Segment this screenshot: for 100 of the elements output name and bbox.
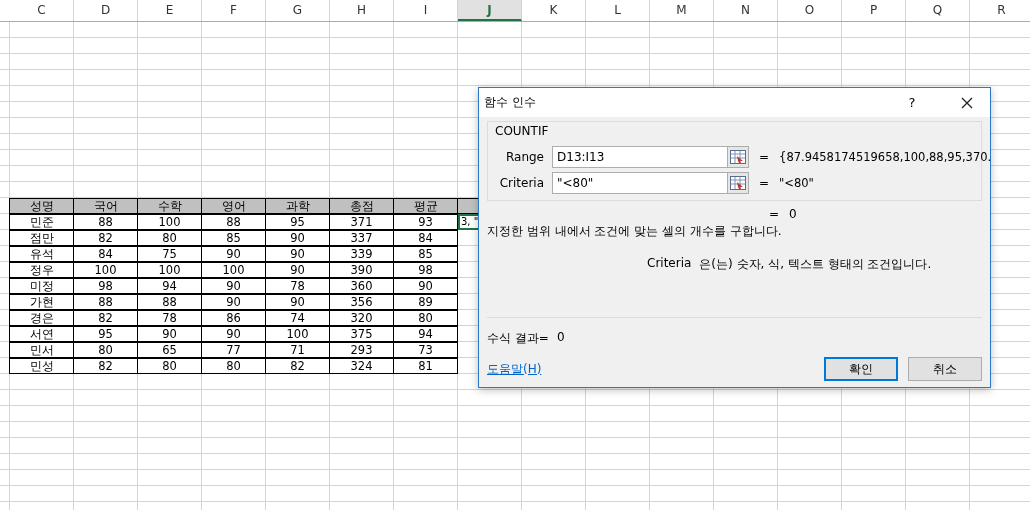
- table-cell: 90: [201, 294, 266, 310]
- column-header[interactable]: K: [522, 0, 586, 21]
- argument-result: "<80": [779, 176, 814, 190]
- table-cell: 339: [329, 246, 394, 262]
- table-cell: 356: [329, 294, 394, 310]
- column-header[interactable]: O: [778, 0, 842, 21]
- table-cell: 90: [201, 246, 266, 262]
- column-header[interactable]: C: [10, 0, 74, 21]
- table-cell: 93: [393, 214, 458, 230]
- argument-field[interactable]: D13:I13: [552, 146, 728, 168]
- column-header[interactable]: M: [650, 0, 714, 21]
- table-cell: 서연: [9, 326, 74, 342]
- table-cell: 유석: [9, 246, 74, 262]
- table-cell: 88: [201, 214, 266, 230]
- range-select-icon: [730, 150, 746, 164]
- table-cell: 100: [265, 326, 330, 342]
- table-cell: 88: [73, 214, 138, 230]
- table-cell: 371: [329, 214, 394, 230]
- argument-label: Criteria: [498, 176, 544, 190]
- window-title: 함수 인수: [484, 94, 537, 111]
- table-cell: 민성: [9, 358, 74, 374]
- column-header[interactable]: R: [970, 0, 1030, 21]
- table-cell: 80: [201, 358, 266, 374]
- table-cell: 점만: [9, 230, 74, 246]
- collapse-button[interactable]: [727, 146, 749, 168]
- formula-result-value: 0: [556, 330, 565, 346]
- column-header[interactable]: H: [330, 0, 394, 21]
- table-cell: 86: [201, 310, 266, 326]
- function-name: COUNTIF: [495, 124, 550, 138]
- table-cell: 88: [73, 294, 138, 310]
- table-cell: 98: [73, 278, 138, 294]
- collapse-button[interactable]: [727, 172, 749, 194]
- table-cell: 82: [73, 230, 138, 246]
- cancel-button[interactable]: 취소: [908, 357, 982, 381]
- table-cell: 민서: [9, 342, 74, 358]
- column-header[interactable]: G: [266, 0, 330, 21]
- close-icon: [961, 96, 973, 109]
- table-cell: 95: [265, 214, 330, 230]
- table-cell: 74: [265, 310, 330, 326]
- table-cell: 100: [137, 214, 202, 230]
- table-cell: 77: [201, 342, 266, 358]
- column-header[interactable]: P: [842, 0, 906, 21]
- column-header[interactable]: J: [458, 0, 522, 21]
- table-cell: 337: [329, 230, 394, 246]
- table-cell: 95: [73, 326, 138, 342]
- table-cell: 정우: [9, 262, 74, 278]
- table-cell: 100: [201, 262, 266, 278]
- table-cell: 100: [73, 262, 138, 278]
- table-cell: 320: [329, 310, 394, 326]
- table-cell: 100: [137, 262, 202, 278]
- column-header[interactable]: Q: [906, 0, 970, 21]
- table-cell: 85: [393, 246, 458, 262]
- table-cell: 75: [137, 246, 202, 262]
- function-result: 0: [789, 207, 797, 221]
- table-cell: 324: [329, 358, 394, 374]
- table-cell: 65: [137, 342, 202, 358]
- table-cell: 90: [393, 278, 458, 294]
- range-select-icon: [730, 176, 746, 190]
- table-header-cell: 성명: [9, 198, 74, 214]
- table-cell: 94: [137, 278, 202, 294]
- column-header[interactable]: D: [74, 0, 138, 21]
- table-cell: 98: [393, 262, 458, 278]
- column-header[interactable]: F: [202, 0, 266, 21]
- table-cell: 90: [137, 326, 202, 342]
- help-link[interactable]: 도움말(H): [487, 360, 542, 378]
- column-header[interactable]: N: [714, 0, 778, 21]
- table-cell: 89: [393, 294, 458, 310]
- table-cell: 84: [73, 246, 138, 262]
- table-header-cell: 국어: [73, 198, 138, 214]
- table-header-cell: 평균: [393, 198, 458, 214]
- argument-result: {87.9458174519658,100,88,95,370.: [779, 150, 992, 164]
- help-button[interactable]: ?: [902, 88, 922, 117]
- ok-button[interactable]: 확인: [824, 357, 898, 381]
- table-cell: 민준: [9, 214, 74, 230]
- column-header[interactable]: L: [586, 0, 650, 21]
- table-cell: 375: [329, 326, 394, 342]
- table-cell: 81: [393, 358, 458, 374]
- table-cell: 94: [393, 326, 458, 342]
- argument-field[interactable]: "<80": [552, 172, 728, 194]
- table-cell: 90: [265, 246, 330, 262]
- table-cell: 85: [201, 230, 266, 246]
- formula-result-label: 수식 결과=: [487, 330, 549, 347]
- table-cell: 82: [73, 310, 138, 326]
- column-header[interactable]: E: [138, 0, 202, 21]
- table-cell: 78: [137, 310, 202, 326]
- table-cell: 82: [73, 358, 138, 374]
- table-cell: 78: [265, 278, 330, 294]
- table-cell: 90: [201, 278, 266, 294]
- argument-label: Range: [504, 150, 544, 164]
- table-header-cell: 영어: [201, 198, 266, 214]
- table-cell: 미정: [9, 278, 74, 294]
- table-cell: 90: [265, 262, 330, 278]
- equals-sign: =: [759, 150, 770, 164]
- argument-name: Criteria: [647, 256, 692, 272]
- table-header-cell: 총점: [329, 198, 394, 214]
- table-cell: 360: [329, 278, 394, 294]
- table-cell: 293: [329, 342, 394, 358]
- table-header-cell: 과학: [265, 198, 330, 214]
- table-cell: 80: [137, 358, 202, 374]
- table-cell: 88: [137, 294, 202, 310]
